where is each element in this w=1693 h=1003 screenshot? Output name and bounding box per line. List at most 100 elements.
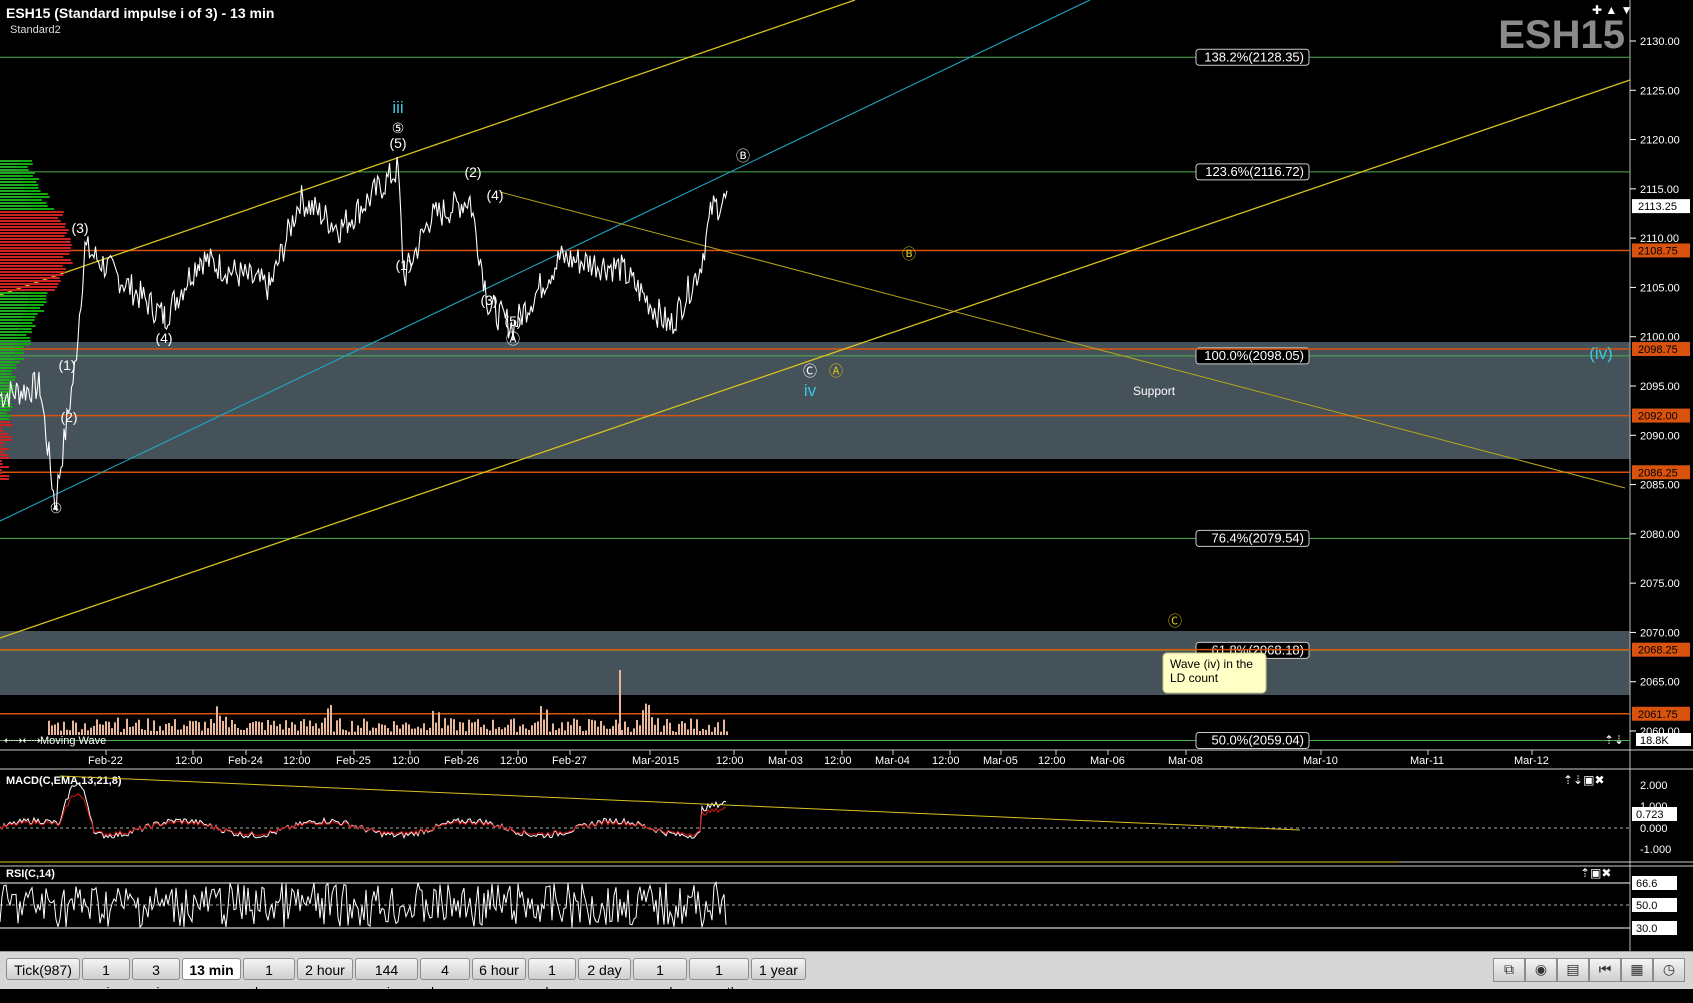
timer-icon[interactable]: ◷ [1653, 958, 1685, 982]
time-axis-label: Feb-22 [88, 755, 123, 767]
tab-4-hour[interactable]: 4 hour [420, 958, 470, 1000]
layers-icon[interactable]: ▤ [1557, 958, 1589, 982]
price-tick-label: 2120.00 [1640, 135, 1680, 147]
price-tick-label: 2075.00 [1640, 578, 1680, 590]
macd-panel-controls-icon[interactable]: ⇡⇣▣✖ [1563, 773, 1605, 787]
price-tick-label: 2115.00 [1640, 184, 1679, 196]
tab-144-min[interactable]: 144 min [355, 958, 418, 1000]
fib-label: 123.6%(2116.72) [1195, 163, 1310, 181]
wave-label-c1: ⑤ [392, 120, 405, 136]
price-tick-label: 2105.00 [1640, 282, 1680, 294]
time-axis-label: Mar-03 [768, 755, 803, 767]
timeframe-tabbar: Tick(987) 1 min 3 min 13 min 1 hour 2 hour 144… [0, 951, 1693, 1000]
time-axis-label: Feb-27 [552, 755, 587, 767]
tab-1-year[interactable]: 1 year [751, 958, 806, 980]
tab-2-day[interactable]: 2 day [578, 958, 631, 980]
macd-label: MACD(C,EMA,13,21,8) [6, 775, 122, 787]
wave-label-c8: (5) [504, 313, 521, 329]
wave-label-c17: Ⓑ [902, 246, 916, 262]
svg-text:0.723: 0.723 [1636, 809, 1664, 821]
symbol-watermark: ESH15 [1498, 13, 1625, 57]
svg-text:66.6: 66.6 [1636, 878, 1657, 890]
time-axis-label: Mar-11 [1410, 755, 1444, 767]
price-tick-label: 2070.00 [1640, 627, 1680, 639]
wave-label-c5: (2) [464, 164, 481, 180]
chart-canvas[interactable]: 138.2%(2128.35) 123.6%(2116.72) 100.0%(209… [0, 0, 1693, 951]
tab-1-hour[interactable]: 1 hour [243, 958, 295, 1000]
price-tick-label: 2095.00 [1640, 381, 1680, 393]
rsi-tick-label: 50.0 [1632, 898, 1677, 912]
level-badge: 2061.75 [1632, 706, 1690, 721]
svg-text:138.2%(2128.35): 138.2%(2128.35) [1204, 49, 1304, 64]
rsi-label: RSI(C,14) [6, 868, 55, 880]
rsi-tick-label: 66.6 [1632, 876, 1677, 890]
wave-label-iii: iii [392, 98, 403, 117]
chart-title: ESH15 (Standard impulse i of 3) - 13 min [6, 5, 274, 21]
svg-text:2086.25: 2086.25 [1638, 467, 1678, 479]
level-badge: 2086.25 [1632, 465, 1690, 480]
time-axis-label: Mar-12 [1514, 755, 1549, 767]
volume-scroll-icon[interactable]: ⇡⇣ [1604, 733, 1624, 747]
tab-1-min[interactable]: 1 min [82, 958, 130, 1000]
tab-13-min[interactable]: 13 min [182, 958, 241, 980]
level-badge: 2108.75 [1632, 243, 1690, 258]
time-axis-label: Mar-08 [1168, 755, 1203, 767]
wave-label-c6: (4) [486, 187, 503, 203]
tab-1-week[interactable]: 1 week [633, 958, 687, 1000]
wave-label-c2: (5) [389, 135, 406, 151]
wave-label-c4: (1) [395, 257, 412, 273]
eye-icon[interactable]: ◉ [1525, 958, 1557, 982]
nav-arrows-icon[interactable]: ⇠⇢⇠⇢ [4, 735, 41, 747]
tab-2-hour[interactable]: 2 hour [297, 958, 353, 980]
time-axis-label: Mar-04 [875, 755, 910, 767]
time-axis-label: Feb-26 [444, 755, 479, 767]
time-axis-label: Feb-25 [336, 755, 371, 767]
wave-label-c14: ④ [50, 500, 63, 516]
wave-label-c7: (3) [480, 292, 497, 308]
rsi-panel-controls-icon[interactable]: ⇡▣✖ [1580, 866, 1611, 880]
svg-text:50.0%(2059.04): 50.0%(2059.04) [1211, 732, 1304, 747]
macd-tick-label: 2.000 [1640, 780, 1668, 792]
wave-label-c15: Ⓒ [803, 363, 817, 379]
rewind-icon[interactable]: ⏮ [1589, 958, 1621, 982]
svg-text:123.6%(2116.72): 123.6%(2116.72) [1205, 164, 1304, 179]
time-axis-label: 12:00 [175, 755, 203, 767]
rsi-tick-label: 30.0 [1632, 921, 1677, 935]
volume-study-label: Moving Wave [40, 735, 106, 747]
note-box[interactable]: Wave (iv) in the LD count [1162, 652, 1267, 694]
note-line-1: Wave (iv) in the [1170, 657, 1253, 671]
macd-tick-label: 0.000 [1640, 823, 1668, 835]
note-line-2: LD count [1170, 671, 1219, 685]
tab-3-min[interactable]: 3 min [132, 958, 180, 1000]
wave-label-c3: (3) [71, 220, 88, 236]
wave-label-c11: Ⓑ [736, 148, 750, 164]
tab-1-day[interactable]: 1 day [528, 958, 576, 1000]
tab-6-hour[interactable]: 6 hour [472, 958, 526, 980]
tab-tick-987-[interactable]: Tick(987) [6, 958, 80, 980]
price-tick-label: 2110.00 [1640, 233, 1679, 245]
price-tick-label: 2090.00 [1640, 430, 1680, 442]
calendar-icon[interactable]: ▦ [1621, 958, 1653, 982]
time-axis-label: Mar-2015 [632, 755, 679, 767]
price-tick-label: 2080.00 [1640, 529, 1680, 541]
tab-1-month[interactable]: 1 month [689, 958, 749, 1000]
wave-label-c13: (2) [60, 409, 77, 425]
svg-text:2061.75: 2061.75 [1638, 709, 1678, 721]
wave-label-c18: Ⓒ [1168, 613, 1182, 629]
support-zone-lower [0, 631, 1630, 695]
wave-label-c10: (4) [155, 330, 172, 346]
wave-label-c9: Ⓐ [506, 331, 520, 347]
chart-icon[interactable]: ⧉ [1493, 958, 1525, 982]
time-axis-label: Feb-24 [228, 755, 263, 767]
price-tick-label: 2065.00 [1640, 677, 1680, 689]
macd-value-badge: 0.723 [1632, 807, 1677, 821]
panel-controls-icon[interactable]: ✚ ▲ ▼ [1592, 3, 1632, 17]
wave-label-c12: (1) [58, 357, 75, 373]
svg-text:2098.75: 2098.75 [1638, 344, 1678, 356]
svg-text:76.4%(2079.54): 76.4%(2079.54) [1211, 530, 1304, 545]
time-axis-label: Mar-06 [1090, 755, 1125, 767]
svg-text:100.0%(2098.05): 100.0%(2098.05) [1204, 348, 1304, 363]
svg-text:50.0: 50.0 [1636, 900, 1657, 912]
time-axis-label: Mar-05 [983, 755, 1018, 767]
fib-label: 50.0%(2059.04) [1195, 731, 1310, 749]
